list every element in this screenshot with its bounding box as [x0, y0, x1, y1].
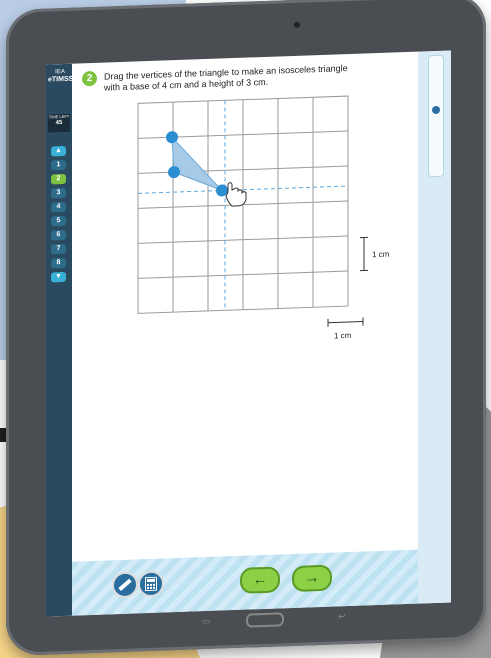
toolbar-right-filler: [418, 548, 451, 604]
calculator-icon[interactable]: [138, 570, 164, 598]
scale-horizontal: [327, 317, 364, 327]
nav-up-button[interactable]: ▲: [51, 145, 66, 157]
time-left-label: TIME LEFT: [48, 113, 70, 120]
nav-down-button[interactable]: ▼: [51, 271, 66, 283]
nav-item-4[interactable]: 4: [51, 201, 66, 213]
nav-item-1[interactable]: 1: [51, 159, 66, 171]
question-number-badge: 2: [82, 70, 97, 87]
next-button[interactable]: →: [292, 564, 332, 593]
question-text: Drag the vertices of the triangle to mak…: [104, 61, 394, 93]
right-scroll-panel: [418, 50, 451, 604]
nav-item-6[interactable]: 6: [51, 229, 66, 241]
scale-vertical: [360, 236, 368, 272]
scroll-track[interactable]: [428, 54, 444, 178]
bottom-toolbar: ← →: [72, 549, 418, 616]
camera-icon: [294, 21, 300, 28]
nav-item-3[interactable]: 3: [51, 187, 66, 199]
recent-apps-icon[interactable]: ▭: [202, 616, 211, 627]
time-left-box: TIME LEFT 45: [48, 113, 70, 133]
triangle-shape: [171, 135, 223, 191]
home-button[interactable]: [246, 612, 284, 628]
ruler-icon[interactable]: [112, 571, 138, 599]
nav-item-5[interactable]: 5: [51, 215, 66, 227]
question-navigation-sidebar: IEA eTIMSS TIME LEFT 45 ▲ 1 2 3 4 5 6 7 …: [46, 63, 74, 617]
scale-vertical-label: 1 cm: [372, 250, 390, 260]
logo: IEA eTIMSS: [48, 68, 74, 85]
test-screen: IEA eTIMSS TIME LEFT 45 ▲ 1 2 3 4 5 6 7 …: [46, 50, 451, 617]
back-hardware-icon[interactable]: ↩: [338, 611, 346, 622]
scale-horizontal-label: 1 cm: [334, 331, 352, 341]
nav-item-7[interactable]: 7: [51, 243, 66, 255]
triangle-vertex-middle[interactable]: [168, 166, 180, 179]
tablet-device: IEA eTIMSS TIME LEFT 45 ▲ 1 2 3 4 5 6 7 …: [6, 0, 486, 656]
nav-item-2[interactable]: 2: [51, 173, 66, 185]
logo-etimss: eTIMSS: [48, 75, 74, 84]
back-button[interactable]: ←: [240, 566, 280, 594]
nav-item-8[interactable]: 8: [51, 257, 66, 269]
time-left-value: 45: [55, 120, 63, 127]
triangle-grid-canvas[interactable]: 1 cm 1 cm: [136, 92, 406, 371]
